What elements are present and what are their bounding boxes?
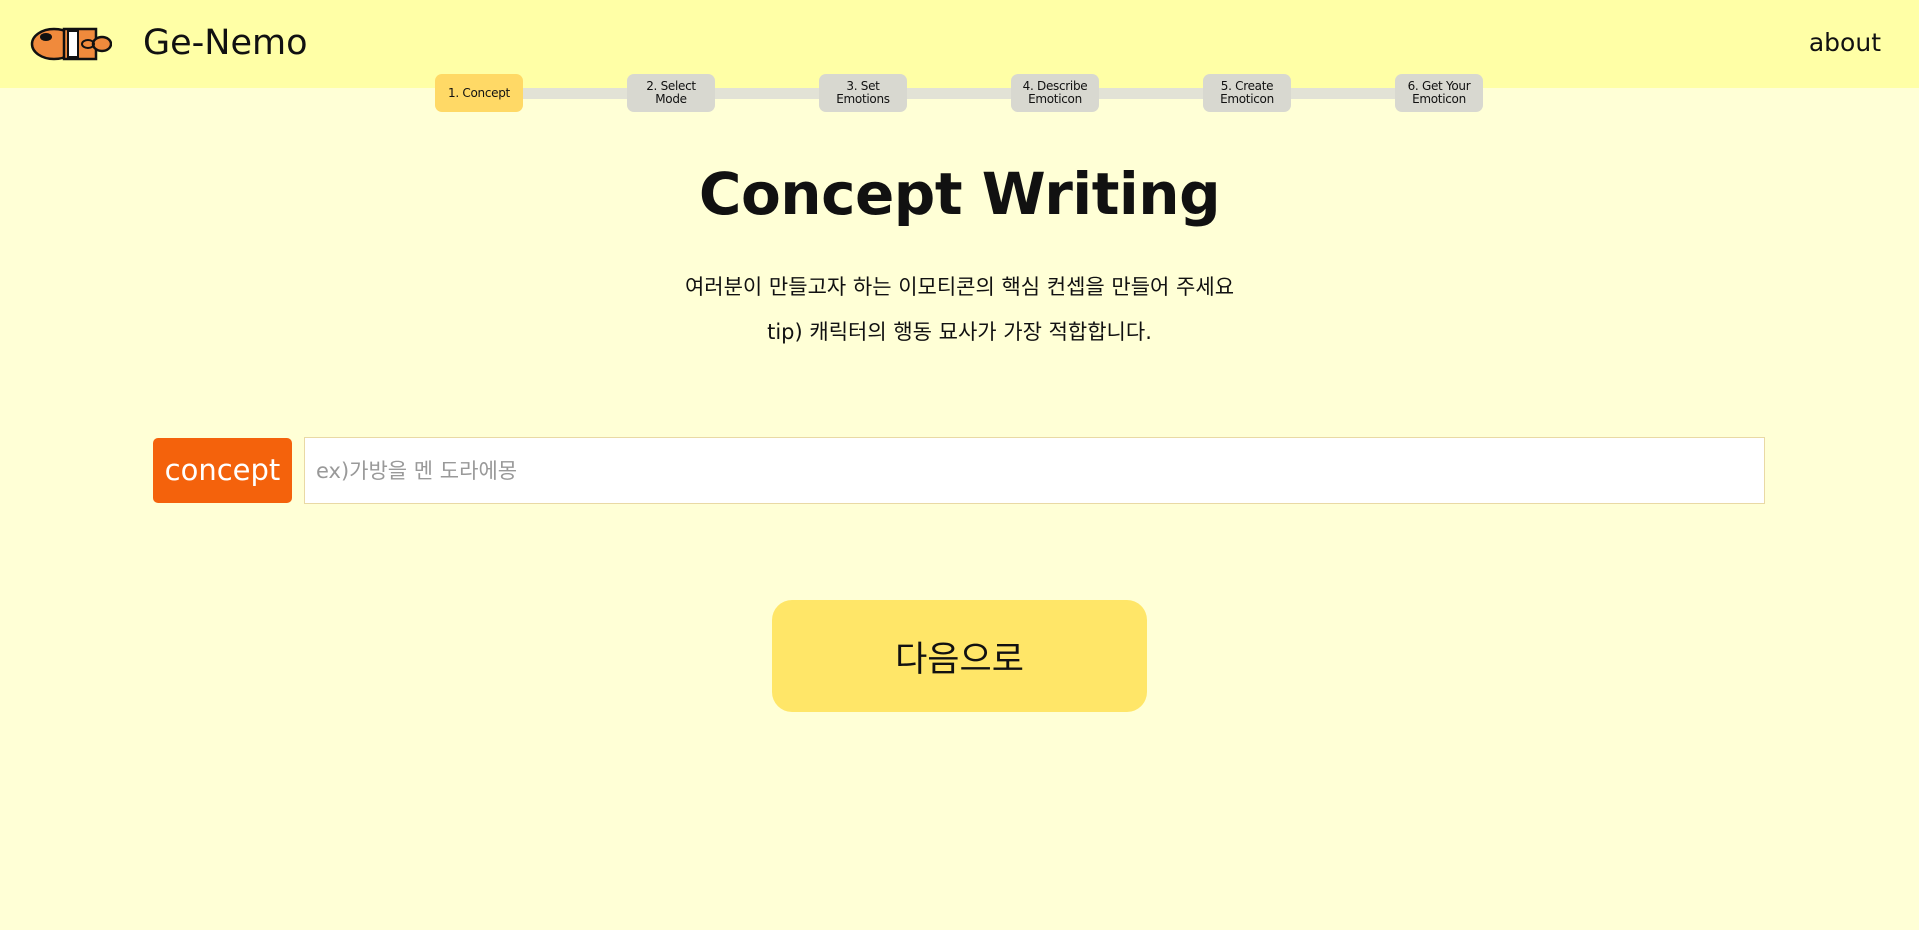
step-create-emoticon[interactable]: 5. Create Emoticon <box>1203 74 1291 112</box>
progress-stepper: 1. Concept 2. Select Mode 3. Set Emotion… <box>435 74 1483 112</box>
about-link[interactable]: about <box>1809 26 1881 60</box>
step-concept[interactable]: 1. Concept <box>435 74 523 112</box>
step-select-mode[interactable]: 2. Select Mode <box>627 74 715 112</box>
step-get-your-emoticon[interactable]: 6. Get Your Emoticon <box>1395 74 1483 112</box>
step-set-emotions[interactable]: 3. Set Emotions <box>819 74 907 112</box>
concept-label: concept <box>153 438 292 503</box>
brand-title[interactable]: Ge-Nemo <box>143 20 308 66</box>
fish-logo-icon[interactable] <box>30 26 112 62</box>
concept-input[interactable] <box>304 437 1765 504</box>
tip-text: tip) 캐릭터의 행동 묘사가 가장 적합합니다. <box>767 320 1152 344</box>
page-title: Concept Writing <box>698 160 1221 228</box>
description-text: 여러분이 만들고자 하는 이모티콘의 핵심 컨셉을 만들어 주세요 <box>684 275 1235 299</box>
stepper-track <box>455 88 1463 99</box>
next-button[interactable]: 다음으로 <box>772 600 1147 712</box>
step-describe-emoticon[interactable]: 4. Describe Emoticon <box>1011 74 1099 112</box>
